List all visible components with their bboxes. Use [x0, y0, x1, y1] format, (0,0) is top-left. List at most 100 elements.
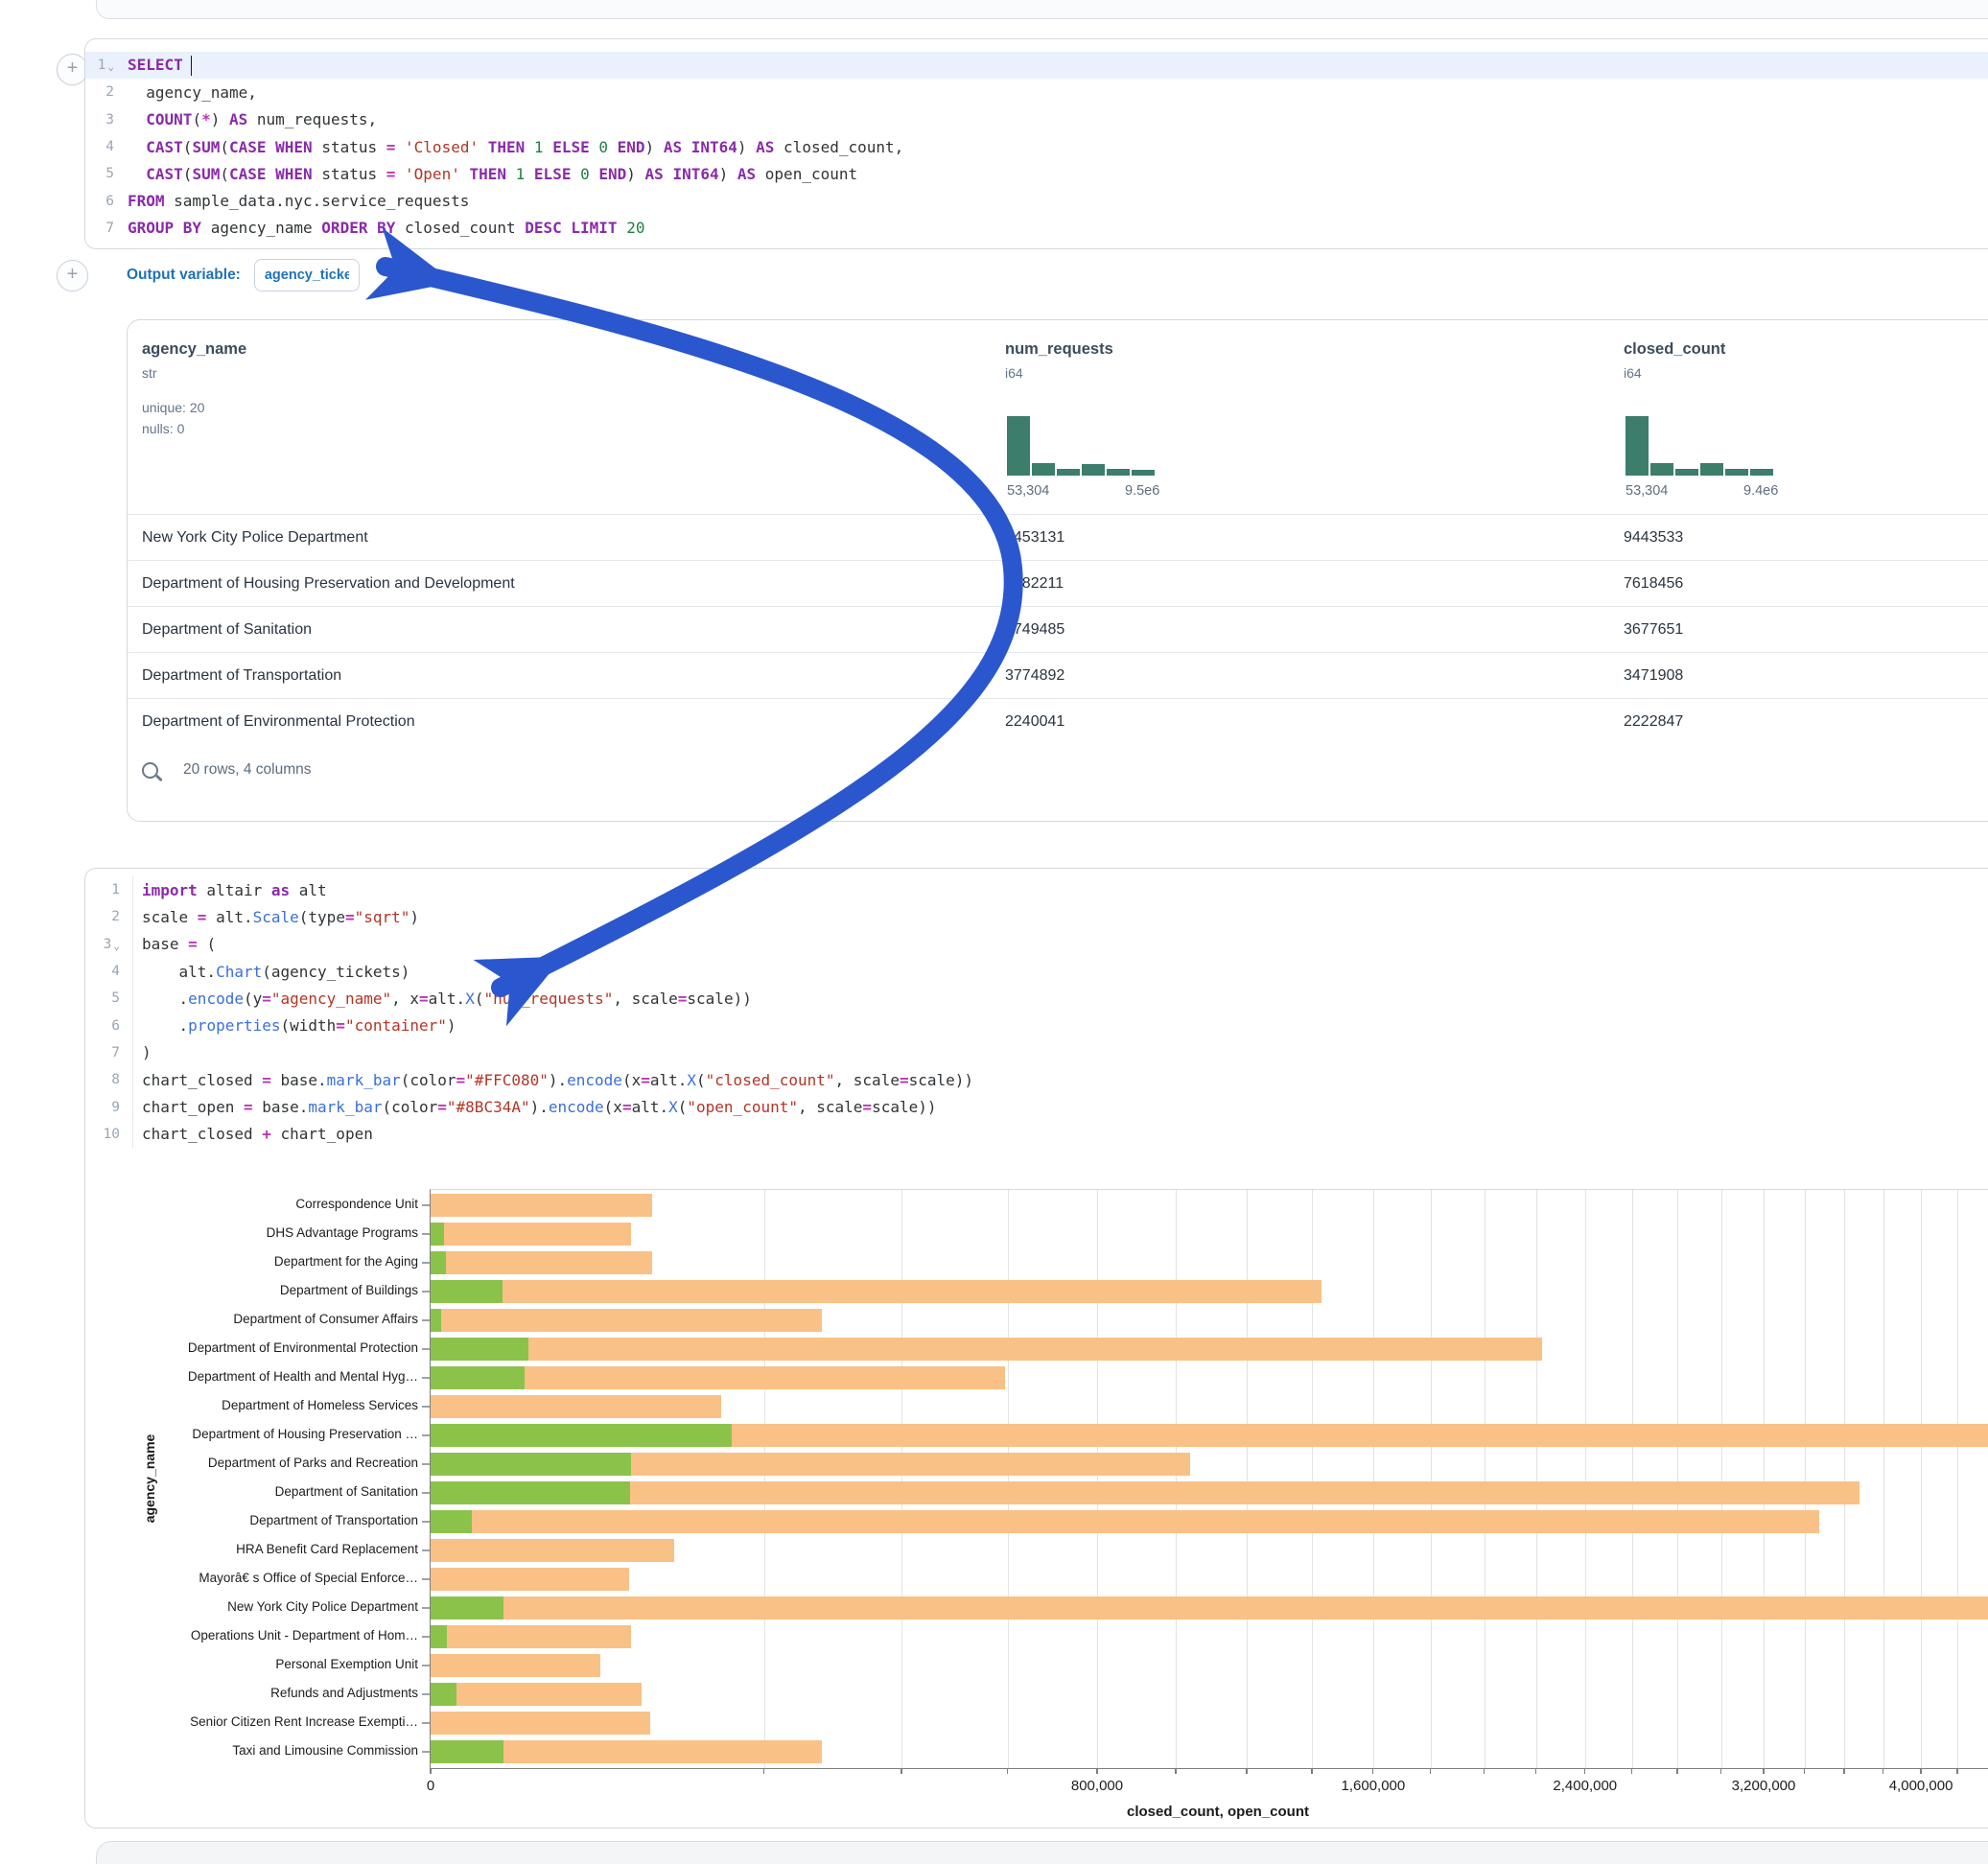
line-number: 7: [85, 1045, 120, 1060]
histogram-max-label: 9.5e6: [1125, 483, 1159, 499]
line-number: 1⌄: [85, 58, 114, 73]
chart-bar-open[interactable]: [431, 1338, 528, 1361]
chart-bar-open[interactable]: [431, 1596, 503, 1619]
chart-x-axis-title: closed_count, open_count: [431, 1804, 1988, 1820]
chart-bar-closed[interactable]: [431, 1596, 1988, 1619]
y-axis-label: Operations Unit - Department of Hom…: [191, 1627, 418, 1644]
y-axis-label: Mayorâ€ s Office of Special Enforce…: [199, 1570, 418, 1587]
y-axis-tick: [422, 1636, 430, 1638]
table-cell: Department of Environmental Protection: [142, 699, 415, 745]
histogram-bar: [1700, 463, 1723, 476]
chart-bar-closed[interactable]: [431, 1251, 652, 1274]
table-cell: Department of Housing Preservation and D…: [142, 561, 515, 607]
line-number: 8: [85, 1072, 120, 1087]
collapse-chevron-icon[interactable]: ⌄: [107, 60, 114, 73]
histogram-bar: [1057, 469, 1080, 476]
chart-y-axis-title: agency_name: [142, 1434, 157, 1524]
search-icon[interactable]: [142, 762, 158, 779]
chart-bar-closed[interactable]: [431, 1309, 822, 1332]
table-row[interactable]: Department of Housing Preservation and D…: [128, 560, 1988, 607]
line-number: 4: [85, 964, 120, 979]
chart-bar-closed[interactable]: [431, 1568, 629, 1591]
chart-bar-open[interactable]: [431, 1366, 525, 1389]
table-cell: 3471908: [1624, 653, 1683, 699]
y-axis-label: Personal Exemption Unit: [275, 1656, 418, 1673]
code-line: 8chart_closed = base.mark_bar(color="#FF…: [85, 1066, 1988, 1093]
chart-bar-closed[interactable]: [431, 1654, 600, 1677]
y-axis-tick: [422, 1434, 430, 1436]
code-line: 5 .encode(y="agency_name", x=alt.X("num_…: [85, 985, 1988, 1012]
histogram-bar: [1132, 470, 1155, 476]
chart-bar-open[interactable]: [431, 1481, 630, 1504]
y-axis-tick: [422, 1693, 430, 1695]
table-cell: 2222847: [1624, 699, 1683, 745]
chart-bar-open[interactable]: [431, 1740, 503, 1763]
code-line: 7): [85, 1039, 1988, 1066]
x-axis-tick: [1763, 1768, 1765, 1774]
chart-bar-closed[interactable]: [431, 1712, 650, 1735]
chart-bar-closed[interactable]: [431, 1223, 631, 1246]
line-number: 2: [85, 84, 114, 100]
code-line: 5 CAST(SUM(CASE WHEN status = 'Open' THE…: [85, 160, 1988, 187]
collapse-chevron-icon[interactable]: ⌄: [113, 940, 120, 952]
x-axis-tick: [1096, 1768, 1098, 1774]
y-axis-tick: [422, 1406, 430, 1408]
table-row[interactable]: Department of Environmental Protection 22…: [128, 698, 1988, 745]
chart-bar-closed[interactable]: [431, 1395, 721, 1418]
chart-bar-closed[interactable]: [431, 1510, 1819, 1533]
dataframe-preview: agency_name str unique: 20 nulls: 0 num_…: [127, 319, 1988, 822]
chart-bar-open[interactable]: [431, 1424, 732, 1447]
x-axis-tick: [1372, 1768, 1374, 1774]
chart-bar-open[interactable]: [431, 1309, 441, 1332]
gridline: [1805, 1190, 1806, 1768]
chart-bar-open[interactable]: [431, 1625, 447, 1648]
output-variable-row: Output variable: agency_tickets: [127, 257, 360, 293]
chart-bar-closed[interactable]: [431, 1194, 652, 1217]
x-axis-tick: [1883, 1768, 1884, 1774]
table-row[interactable]: Department of Sanitation37494853677651: [128, 606, 1988, 653]
line-number: 9: [85, 1100, 120, 1115]
table-cell: 3677651: [1624, 607, 1683, 653]
sql-code-cell[interactable]: 1⌄SELECT2 agency_name,3 COUNT(*) AS num_…: [84, 38, 1988, 249]
altair-bar-chart: closed_count, open_count 0800,0001,600,0…: [430, 1189, 1988, 1769]
text-cursor: [191, 56, 193, 76]
histogram-min-label: 53,304: [1625, 483, 1668, 499]
histogram-bar: [1725, 469, 1748, 476]
chart-bar-open[interactable]: [431, 1223, 444, 1246]
chart-bar-open[interactable]: [431, 1280, 503, 1303]
y-axis-tick: [422, 1204, 430, 1206]
chart-bar-closed[interactable]: [431, 1481, 1859, 1504]
x-axis-tick: [1535, 1768, 1537, 1774]
gridline: [1247, 1190, 1248, 1768]
y-axis-label: Department of Parks and Recreation: [208, 1455, 418, 1472]
output-variable-pill[interactable]: agency_tickets: [254, 259, 360, 291]
code-line: 4 CAST(SUM(CASE WHEN status = 'Closed' T…: [85, 133, 1988, 160]
histogram-min-label: 53,304: [1007, 483, 1049, 499]
chart-bar-open[interactable]: [431, 1683, 456, 1706]
chart-bar-closed[interactable]: [431, 1539, 674, 1562]
chart-bar-open[interactable]: [431, 1251, 446, 1274]
chart-bar-closed[interactable]: [431, 1625, 631, 1648]
y-axis-label: New York City Police Department: [227, 1598, 418, 1616]
x-axis-tick: [1175, 1768, 1177, 1774]
chart-bar-closed[interactable]: [431, 1338, 1542, 1361]
y-axis-tick: [422, 1607, 430, 1609]
chart-bar-open[interactable]: [431, 1510, 472, 1533]
y-axis-tick: [422, 1319, 430, 1321]
code-line: 9chart_open = base.mark_bar(color="#8BC3…: [85, 1093, 1988, 1120]
chart-bar-closed[interactable]: [431, 1280, 1321, 1303]
chart-bar-open[interactable]: [431, 1453, 631, 1476]
line-number: 2: [85, 909, 120, 924]
code-line: 1⌄SELECT: [85, 52, 1988, 79]
table-row[interactable]: New York City Police Department945313194…: [128, 514, 1988, 561]
line-number: 5: [85, 166, 114, 181]
table-cell: 7618456: [1624, 561, 1683, 607]
gridline: [1312, 1190, 1313, 1768]
chart-bar-closed[interactable]: [431, 1683, 642, 1706]
line-number: 1: [85, 882, 120, 897]
line-number: 5: [85, 990, 120, 1006]
table-row[interactable]: Department of Transportation377489234719…: [128, 652, 1988, 699]
x-axis-tick: [1007, 1768, 1009, 1774]
add-cell-button[interactable]: +: [57, 260, 88, 291]
x-axis-tick-label: 0: [373, 1778, 488, 1794]
